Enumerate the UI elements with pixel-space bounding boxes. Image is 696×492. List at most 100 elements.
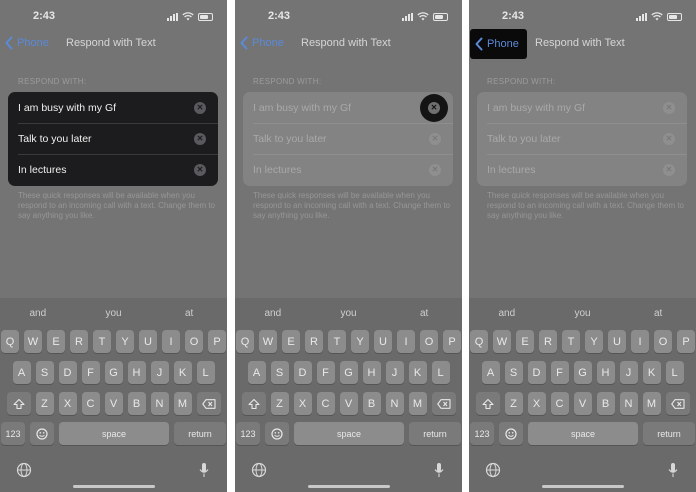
- clear-x-icon[interactable]: ✕: [429, 132, 441, 145]
- key[interactable]: B: [362, 392, 381, 415]
- key[interactable]: V: [339, 392, 358, 415]
- key[interactable]: K: [408, 361, 427, 384]
- clear-x-icon[interactable]: ✕: [663, 101, 675, 114]
- key[interactable]: J: [619, 361, 638, 384]
- response-field[interactable]: Talk to you later ✕: [8, 123, 218, 154]
- key[interactable]: V: [104, 392, 123, 415]
- key[interactable]: E: [47, 330, 65, 353]
- key[interactable]: M: [408, 392, 427, 415]
- key[interactable]: R: [539, 330, 557, 353]
- key[interactable]: W: [259, 330, 277, 353]
- response-text[interactable]: I am busy with my Gf: [18, 102, 116, 114]
- key[interactable]: Z: [35, 392, 54, 415]
- key[interactable]: B: [596, 392, 615, 415]
- key[interactable]: Y: [351, 330, 369, 353]
- key[interactable]: G: [339, 361, 358, 384]
- key[interactable]: K: [173, 361, 192, 384]
- key[interactable]: K: [642, 361, 661, 384]
- suggestion[interactable]: at: [151, 305, 227, 323]
- key[interactable]: U: [608, 330, 626, 353]
- key[interactable]: B: [127, 392, 146, 415]
- response-field[interactable]: Talk to you later ✕: [477, 123, 687, 154]
- key[interactable]: Q: [236, 330, 254, 353]
- back-button[interactable]: Phone: [239, 34, 284, 52]
- clear-x-icon[interactable]: ✕: [194, 101, 206, 114]
- key[interactable]: A: [12, 361, 31, 384]
- response-field[interactable]: I am busy with my Gf ✕: [243, 92, 453, 123]
- shift-icon[interactable]: [475, 392, 500, 415]
- key[interactable]: C: [550, 392, 569, 415]
- emoji-icon[interactable]: [30, 422, 54, 445]
- key[interactable]: Z: [270, 392, 289, 415]
- key[interactable]: Y: [116, 330, 134, 353]
- delete-icon[interactable]: [196, 392, 221, 415]
- response-field[interactable]: In lectures ✕: [8, 154, 218, 185]
- back-button[interactable]: Phone: [470, 29, 527, 59]
- key[interactable]: I: [397, 330, 415, 353]
- key[interactable]: J: [150, 361, 169, 384]
- key[interactable]: Y: [585, 330, 603, 353]
- suggestion[interactable]: at: [620, 305, 696, 323]
- key[interactable]: R: [70, 330, 88, 353]
- key[interactable]: S: [35, 361, 54, 384]
- key[interactable]: X: [58, 392, 77, 415]
- response-text[interactable]: I am busy with my Gf: [487, 102, 585, 114]
- key[interactable]: F: [81, 361, 100, 384]
- key[interactable]: E: [516, 330, 534, 353]
- response-text[interactable]: Talk to you later: [487, 133, 561, 145]
- delete-icon[interactable]: [665, 392, 690, 415]
- key[interactable]: P: [443, 330, 461, 353]
- suggestion[interactable]: you: [311, 305, 387, 323]
- response-field[interactable]: I am busy with my Gf ✕: [8, 92, 218, 123]
- key[interactable]: G: [573, 361, 592, 384]
- response-text[interactable]: In lectures: [253, 164, 301, 176]
- suggestion[interactable]: you: [545, 305, 621, 323]
- clear-x-icon[interactable]: ✕: [429, 163, 441, 176]
- key[interactable]: L: [196, 361, 215, 384]
- suggestion[interactable]: and: [235, 305, 311, 323]
- key[interactable]: R: [305, 330, 323, 353]
- space-key[interactable]: space: [528, 422, 638, 445]
- clear-x-icon[interactable]: ✕: [663, 163, 675, 176]
- key[interactable]: Q: [1, 330, 19, 353]
- key[interactable]: X: [527, 392, 546, 415]
- key[interactable]: J: [385, 361, 404, 384]
- key[interactable]: X: [293, 392, 312, 415]
- clear-x-icon[interactable]: ✕: [194, 132, 206, 145]
- key[interactable]: M: [173, 392, 192, 415]
- response-text[interactable]: I am busy with my Gf: [253, 102, 351, 114]
- key[interactable]: D: [527, 361, 546, 384]
- response-field[interactable]: Talk to you later ✕: [243, 123, 453, 154]
- microphone-icon[interactable]: [199, 462, 209, 478]
- numbers-key[interactable]: 123: [1, 422, 25, 445]
- numbers-key[interactable]: 123: [470, 422, 494, 445]
- key[interactable]: L: [431, 361, 450, 384]
- shift-icon[interactable]: [6, 392, 31, 415]
- key[interactable]: N: [619, 392, 638, 415]
- numbers-key[interactable]: 123: [236, 422, 260, 445]
- clear-x-icon[interactable]: ✕: [194, 163, 206, 176]
- suggestion[interactable]: you: [76, 305, 152, 323]
- suggestion[interactable]: at: [386, 305, 462, 323]
- response-text[interactable]: In lectures: [487, 164, 535, 176]
- key[interactable]: F: [316, 361, 335, 384]
- response-field[interactable]: I am busy with my Gf ✕: [477, 92, 687, 123]
- response-field[interactable]: In lectures ✕: [477, 154, 687, 185]
- suggestion[interactable]: and: [469, 305, 545, 323]
- key[interactable]: Z: [504, 392, 523, 415]
- key[interactable]: U: [139, 330, 157, 353]
- response-text[interactable]: Talk to you later: [253, 133, 327, 145]
- return-key[interactable]: return: [174, 422, 226, 445]
- key[interactable]: F: [550, 361, 569, 384]
- key[interactable]: T: [328, 330, 346, 353]
- microphone-icon[interactable]: [434, 462, 444, 478]
- key[interactable]: U: [374, 330, 392, 353]
- microphone-icon[interactable]: [668, 462, 678, 478]
- key[interactable]: L: [665, 361, 684, 384]
- return-key[interactable]: return: [643, 422, 695, 445]
- key[interactable]: M: [642, 392, 661, 415]
- globe-icon[interactable]: [485, 462, 501, 478]
- globe-icon[interactable]: [251, 462, 267, 478]
- key[interactable]: I: [631, 330, 649, 353]
- key[interactable]: H: [596, 361, 615, 384]
